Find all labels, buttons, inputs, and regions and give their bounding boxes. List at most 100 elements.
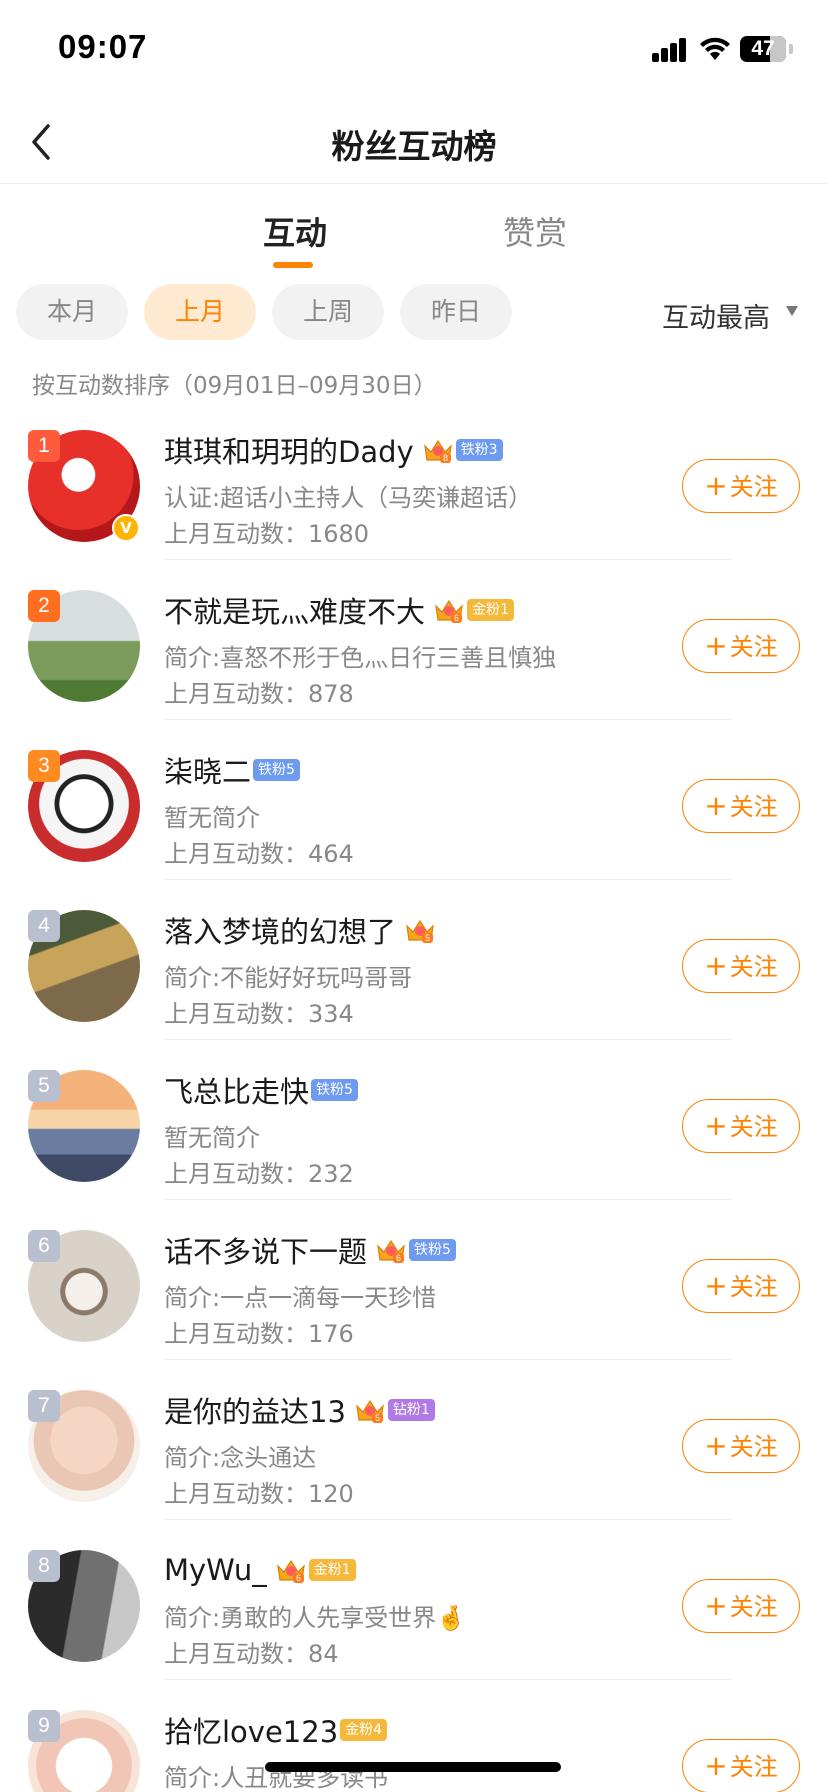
crown-icon: 6 bbox=[435, 599, 463, 623]
follow-button[interactable]: +关注 bbox=[682, 1419, 800, 1473]
svg-text:5: 5 bbox=[425, 933, 430, 943]
fan-name[interactable]: 落入梦境的幻想了 bbox=[164, 909, 396, 951]
svg-text:8: 8 bbox=[443, 453, 448, 463]
fan-row[interactable]: 6 话不多说下一题 6 铁粉5 简介:一点一滴每一天珍惜 上月互动数：176 +关注 bbox=[0, 1200, 828, 1360]
fan-description: 简介:勇敢的人先享受世界🤞 bbox=[164, 1604, 466, 1632]
interaction-count: 上月互动数：1680 bbox=[164, 520, 370, 548]
name-line: 落入梦境的幻想了 5 bbox=[164, 910, 436, 950]
fan-name[interactable]: 柒晓二 bbox=[164, 749, 251, 791]
battery-icon: 47 bbox=[740, 36, 786, 62]
battery-tip bbox=[789, 44, 793, 54]
follow-button[interactable]: +关注 bbox=[682, 939, 800, 993]
interaction-count: 上月互动数：120 bbox=[164, 1480, 354, 1508]
crown-icon: 6 bbox=[377, 1239, 405, 1263]
fan-level-badge: 金粉1 bbox=[308, 1559, 356, 1581]
name-line: 飞总比走快 铁粉5 bbox=[164, 1070, 358, 1110]
rank-badge: 1 bbox=[28, 430, 60, 462]
verified-icon: V bbox=[112, 514, 140, 542]
name-line: 话不多说下一题 6 铁粉5 bbox=[164, 1230, 456, 1270]
follow-button[interactable]: +关注 bbox=[682, 619, 800, 673]
follow-button[interactable]: +关注 bbox=[682, 459, 800, 513]
battery-level: 47 bbox=[751, 37, 775, 60]
home-indicator bbox=[265, 1762, 561, 1772]
rank-badge: 8 bbox=[28, 1550, 60, 1582]
fan-row[interactable]: 5 飞总比走快 铁粉5 暂无简介上月互动数：232 +关注 bbox=[0, 1040, 828, 1200]
plus-icon: + bbox=[704, 1589, 728, 1622]
rank-badge: 2 bbox=[28, 590, 60, 622]
fan-description: 暂无简介 bbox=[164, 1124, 260, 1152]
name-line: 不就是玩灬难度不大 6 金粉1 bbox=[164, 590, 514, 630]
filter-last-week[interactable]: 上周 bbox=[272, 284, 384, 340]
rank-badge: 9 bbox=[28, 1710, 60, 1742]
fan-level-badge: 金粉1 bbox=[467, 599, 514, 621]
fan-row[interactable]: 8 MyWu_ 6 金粉1 简介:勇敢的人先享受世界🤞 上月互动数：84 +关注 bbox=[0, 1520, 828, 1680]
rank-badge: 4 bbox=[28, 910, 60, 942]
fan-row[interactable]: 7 是你的益达13 5 钻粉1 简介:念头通达 上月互动数：120 +关注 bbox=[0, 1360, 828, 1520]
plus-icon: + bbox=[704, 1749, 728, 1782]
interaction-count: 上月互动数：232 bbox=[164, 1160, 354, 1188]
follow-label: 关注 bbox=[729, 1113, 778, 1141]
filter-yesterday[interactable]: 昨日 bbox=[400, 284, 512, 340]
fan-level-badge: 钻粉1 bbox=[387, 1399, 435, 1421]
cellular-signal-icon bbox=[652, 38, 688, 62]
fan-level-badge: 铁粉5 bbox=[311, 1079, 358, 1101]
follow-label: 关注 bbox=[729, 633, 778, 661]
fan-row[interactable]: 2 不就是玩灬难度不大 6 金粉1 简介:喜怒不形于色灬日行三善且慎独 上月互动数：878… bbox=[0, 560, 828, 720]
plus-icon: + bbox=[704, 789, 728, 822]
rank-badge: 6 bbox=[28, 1230, 60, 1262]
fan-description: 简介:不能好好玩吗哥哥 bbox=[164, 964, 413, 992]
interaction-count: 上月互动数：84 bbox=[164, 1640, 339, 1668]
tab-active-indicator bbox=[273, 262, 313, 268]
sort-dropdown[interactable]: 互动最高 bbox=[662, 296, 770, 335]
fan-level-badge: 铁粉3 bbox=[455, 439, 503, 461]
fan-name[interactable]: 不就是玩灬难度不大 bbox=[164, 589, 425, 631]
fan-name[interactable]: 是你的益达13 bbox=[164, 1389, 346, 1431]
interaction-count: 上月互动数：176 bbox=[164, 1320, 354, 1348]
filter-this-month[interactable]: 本月 bbox=[16, 284, 128, 340]
svg-text:6: 6 bbox=[296, 1573, 301, 1583]
follow-button[interactable]: +关注 bbox=[682, 1739, 800, 1792]
fan-row[interactable]: 1 V 琪琪和玥玥的Dady 8 铁粉3 认证:超话小主持人（马奕谦超话） 上月互动数：16… bbox=[0, 400, 828, 560]
follow-button[interactable]: +关注 bbox=[682, 779, 800, 833]
plus-icon: + bbox=[704, 629, 728, 662]
follow-label: 关注 bbox=[729, 1753, 778, 1781]
crown-icon: 8 bbox=[423, 439, 452, 463]
tab-interaction[interactable]: 互动 bbox=[263, 208, 327, 254]
name-line: 拾忆love123 金粉4 bbox=[164, 1709, 388, 1751]
name-line: 琪琪和玥玥的Dady 8 铁粉3 bbox=[164, 430, 503, 470]
fan-name[interactable]: 琪琪和玥玥的Dady bbox=[164, 429, 414, 471]
rank-badge: 5 bbox=[28, 1070, 60, 1102]
svg-text:5: 5 bbox=[375, 1413, 380, 1423]
fan-name[interactable]: 飞总比走快 bbox=[164, 1069, 309, 1111]
fan-row[interactable]: 4 落入梦境的幻想了 5 简介:不能好好玩吗哥哥 上月互动数：334 +关注 bbox=[0, 880, 828, 1040]
plus-icon: + bbox=[704, 949, 728, 982]
fan-description: 简介:一点一滴每一天珍惜 bbox=[164, 1284, 437, 1312]
interaction-count: 上月互动数：334 bbox=[164, 1000, 354, 1028]
status-bar: 09:07 47 bbox=[0, 0, 828, 100]
page-title: 粉丝互动榜 bbox=[331, 127, 497, 166]
caret-down-icon[interactable] bbox=[786, 306, 798, 316]
fan-level-badge: 铁粉5 bbox=[409, 1239, 456, 1261]
follow-button[interactable]: +关注 bbox=[682, 1099, 800, 1153]
fan-description: 简介:念头通达 bbox=[164, 1444, 317, 1472]
follow-button[interactable]: +关注 bbox=[682, 1579, 800, 1633]
name-line: MyWu_ 6 金粉1 bbox=[164, 1550, 356, 1590]
fan-row[interactable]: 3 柒晓二 铁粉5 暂无简介 上月互动数：464 +关注 bbox=[0, 720, 828, 880]
nav-bar: 粉丝互动榜 bbox=[0, 100, 828, 184]
follow-button[interactable]: +关注 bbox=[682, 1259, 800, 1313]
fan-name[interactable]: 拾忆love123 bbox=[164, 1709, 338, 1751]
fan-level-badge: 金粉4 bbox=[340, 1719, 388, 1741]
svg-text:6: 6 bbox=[396, 1253, 401, 1263]
svg-text:6: 6 bbox=[454, 613, 459, 623]
filter-last-month[interactable]: 上月 bbox=[144, 284, 256, 340]
tab-reward[interactable]: 赞赏 bbox=[503, 208, 567, 254]
wifi-icon bbox=[700, 37, 730, 60]
fan-row[interactable]: 9 拾忆love123 金粉4 简介:人丑就要多读书 +关注 bbox=[0, 1680, 828, 1792]
fan-name[interactable]: MyWu_ bbox=[164, 1553, 267, 1587]
crown-icon: 6 bbox=[276, 1559, 305, 1583]
name-line: 柒晓二 铁粉5 bbox=[164, 750, 300, 790]
fan-name[interactable]: 话不多说下一题 bbox=[164, 1229, 367, 1271]
follow-label: 关注 bbox=[729, 1433, 778, 1461]
plus-icon: + bbox=[704, 1109, 728, 1142]
follow-label: 关注 bbox=[729, 473, 778, 501]
